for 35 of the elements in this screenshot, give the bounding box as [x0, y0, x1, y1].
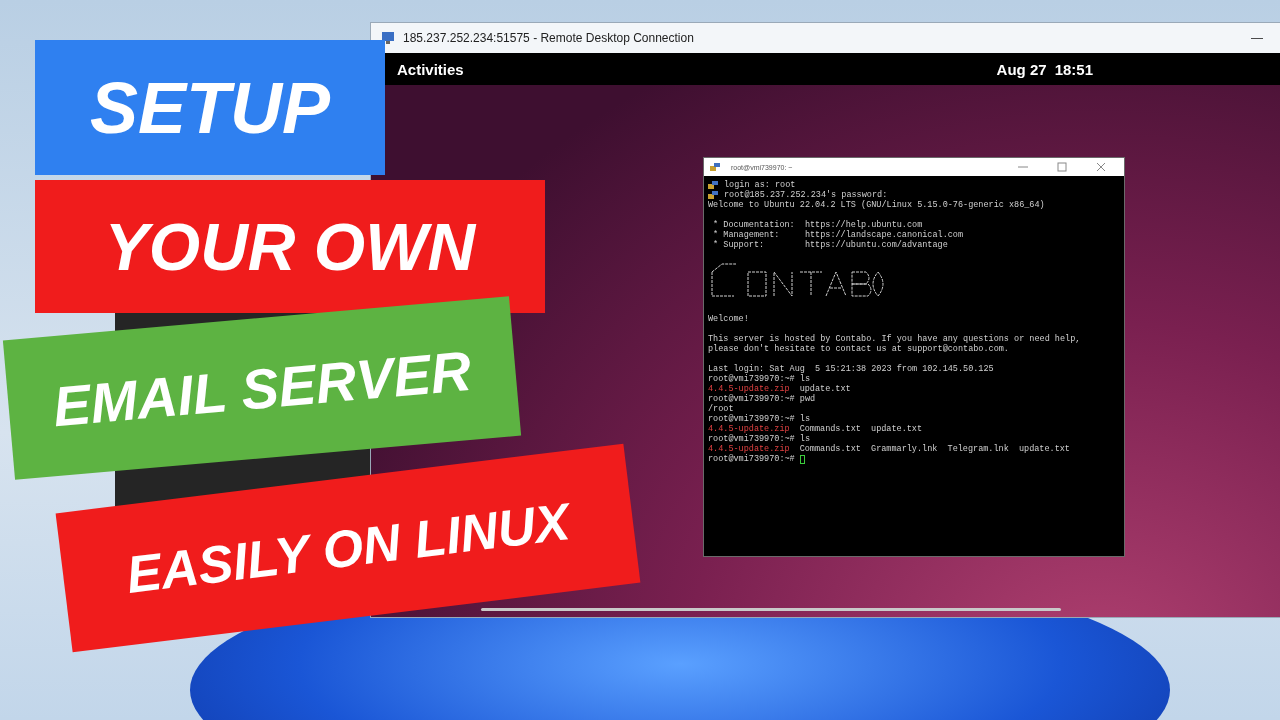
terminal-text: * Management: https://landscape.canonical.com	[712, 230, 964, 240]
terminal-text: please don't hesitate to contact us at support@contabo.com.	[708, 344, 1009, 354]
cursor	[799, 454, 805, 464]
window-title: 185.237.252.234:51575 - Remote Desktop Connection	[403, 31, 695, 45]
terminal-text: * Support: https://ubuntu.com/advantage	[712, 240, 948, 250]
time-label[interactable]: 18:51	[1054, 60, 1093, 78]
key-icon	[708, 190, 718, 200]
terminal-text: /root	[708, 404, 734, 414]
terminal-text: root@vmi739970:~# ls	[708, 414, 811, 424]
terminal-text: Welcome to Ubuntu 22.04.2 LTS (GNU/Linux 5.15.0-76-generic x86_64)	[708, 200, 1045, 210]
terminal-text: root@vmi739970:~# ls	[708, 434, 811, 444]
title-banner: SETUP	[35, 40, 385, 175]
archive-filename: 4.4.5-update.zip	[708, 424, 790, 434]
scrollbar[interactable]	[481, 608, 1061, 611]
minimize-button[interactable]: —	[1243, 31, 1271, 45]
key-icon	[710, 162, 720, 172]
terminal-text: root@185.237.252.234's password:	[724, 190, 888, 200]
archive-filename: 4.4.5-update.zip	[708, 444, 790, 454]
title-banner: YOUR OWN	[35, 180, 545, 313]
archive-filename: 4.4.5-update.zip	[708, 384, 790, 394]
activities-button[interactable]: Activities	[397, 60, 464, 78]
monitor-icon	[381, 31, 395, 45]
terminal-text: * Documentation: https://help.ubuntu.com	[712, 220, 923, 230]
date-label[interactable]: Aug 27	[996, 60, 1047, 78]
terminal-text: root@vmi739970:~# pwd	[708, 394, 816, 404]
terminal-text: Welcome!	[708, 314, 749, 324]
terminal-text: This server is hosted by Contabo. If you have any questions or need help,	[708, 334, 1081, 344]
terminal-text: Commands.txt update.txt	[799, 424, 923, 434]
terminal-text: root@vmi739970:~#	[708, 454, 795, 464]
terminal-text: root@vmi739970:~# ls	[708, 374, 811, 384]
terminal-text: Commands.txt Grammarly.lnk Telegram.lnk update.txt	[799, 444, 1070, 454]
terminal-text: login as: root	[724, 180, 796, 190]
terminal-text: update.txt	[799, 384, 851, 394]
terminal-text: Last login: Sat Aug 5 15:21:38 2023 from 102.145.50.125	[708, 364, 994, 374]
key-icon	[708, 180, 718, 190]
